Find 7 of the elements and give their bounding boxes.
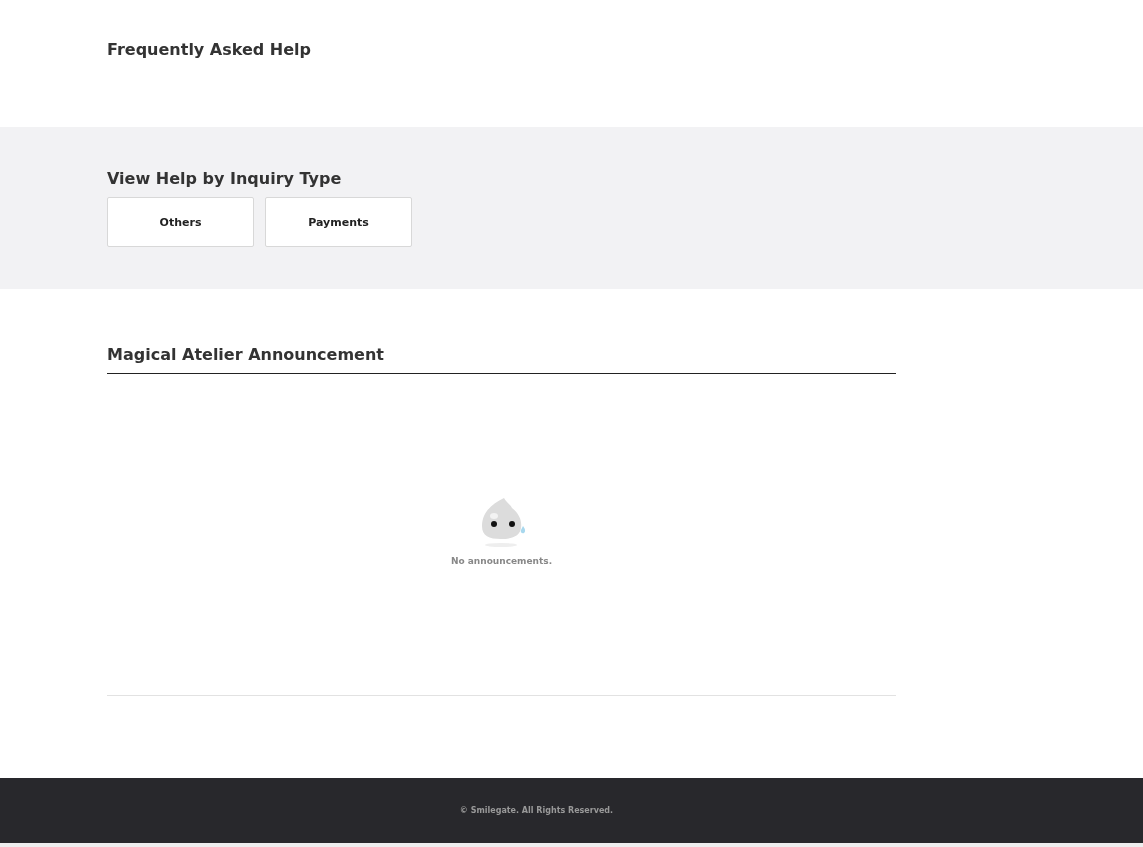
section-title: Magical Atelier Announcement (107, 345, 896, 374)
inquiry-type-button[interactable]: Others (107, 197, 254, 247)
inquiry-type-button[interactable]: Payments (265, 197, 412, 247)
section-title: View Help by Inquiry Type (107, 169, 343, 188)
copyright-text: © Smilegate. All Rights Reserved. (459, 806, 614, 815)
empty-message: No announcements. (450, 556, 553, 566)
section-title: Frequently Asked Help (107, 40, 313, 59)
